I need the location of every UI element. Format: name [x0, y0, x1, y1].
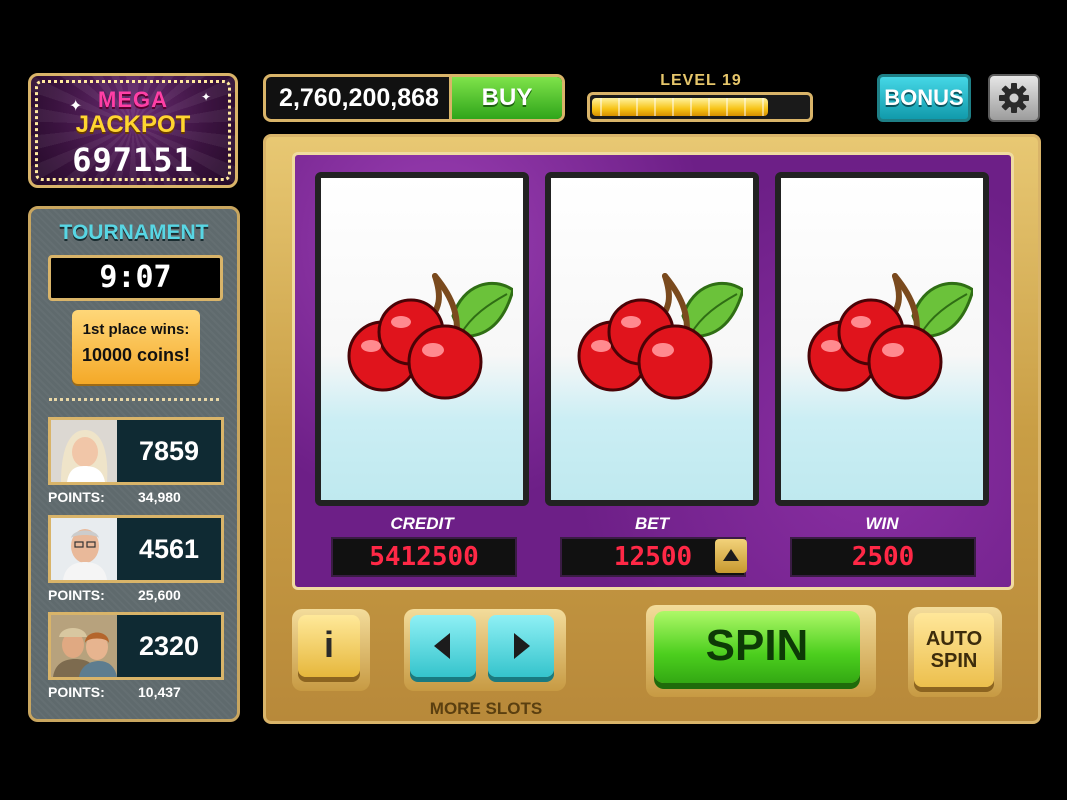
- tournament-title: TOURNAMENT: [59, 221, 209, 244]
- win-label: WIN: [865, 514, 899, 533]
- bonus-button[interactable]: BONUS: [877, 74, 971, 122]
- auto-spin-line-2: SPIN: [930, 650, 978, 672]
- credit-label: CREDIT: [390, 514, 454, 533]
- player-score: 4561: [138, 534, 200, 564]
- auto-spin-line-1: AUTO: [925, 628, 983, 650]
- tournament-panel: TOURNAMENT 9:07 1st place wins: 10000 co…: [28, 206, 240, 722]
- points-label: POINTS:: [48, 684, 105, 700]
- prize-line-1: 1st place wins:: [82, 321, 190, 338]
- previous-slot-button[interactable]: [410, 615, 476, 677]
- auto-spin-button[interactable]: AUTO SPIN: [914, 613, 994, 687]
- level-label: LEVEL 19: [660, 72, 742, 89]
- player-score: 2320: [138, 631, 200, 661]
- more-slots-label: MORE SLOTS: [429, 699, 543, 718]
- info-button-frame: i: [292, 609, 370, 691]
- gear-icon: [999, 83, 1029, 113]
- player-score: 7859: [138, 436, 200, 466]
- leaderboard-player-2[interactable]: 4561: [48, 515, 224, 583]
- mega-jackpot-panel: ✦ ✦ MEGA JACKPOT 697151: [28, 73, 238, 188]
- divider: [49, 398, 219, 401]
- arrow-left-icon: [434, 633, 450, 659]
- reel-2: [545, 172, 759, 506]
- prize-line-2: 10000 coins!: [81, 345, 191, 365]
- slot-machine: CREDIT 5412500 BET 12500 WIN 2500 i MORE…: [263, 134, 1041, 724]
- avatar: [51, 518, 117, 580]
- win-display: 2500: [790, 537, 976, 577]
- leaderboard-player-1[interactable]: 7859: [48, 417, 224, 485]
- spin-button[interactable]: SPIN: [654, 611, 860, 683]
- arrow-right-icon: [514, 633, 530, 659]
- level-progress-fill: [592, 98, 768, 116]
- points-value: 34,980: [138, 489, 181, 505]
- reel-3: [775, 172, 989, 506]
- coin-balance: 2,760,200,868: [279, 84, 439, 112]
- next-slot-button[interactable]: [488, 615, 554, 677]
- tournament-timer: 9:07: [48, 255, 223, 301]
- auto-spin-frame: AUTO SPIN: [908, 607, 1002, 697]
- jackpot-title-mega: MEGA: [98, 87, 168, 112]
- cherry-icon: [807, 273, 973, 400]
- bet-label: BET: [635, 514, 669, 533]
- leaderboard-player-3[interactable]: 2320: [48, 612, 224, 680]
- buy-button[interactable]: BUY: [449, 77, 562, 119]
- settings-button[interactable]: [988, 74, 1040, 122]
- cherry-icon: [577, 273, 743, 400]
- avatar: [51, 420, 117, 482]
- avatar: [51, 615, 117, 677]
- points-value: 25,600: [138, 587, 181, 603]
- level-progress-bar: [587, 92, 813, 122]
- coin-balance-bar: 2,760,200,868 BUY: [263, 74, 565, 122]
- points-value: 10,437: [138, 684, 181, 700]
- more-slots-frame: [404, 609, 566, 691]
- spin-button-frame: SPIN: [646, 605, 876, 697]
- bet-increase-button[interactable]: [715, 539, 747, 573]
- points-label: POINTS:: [48, 587, 105, 603]
- points-label: POINTS:: [48, 489, 105, 505]
- info-button[interactable]: i: [298, 615, 360, 677]
- credit-display: 5412500: [331, 537, 517, 577]
- jackpot-title-jackpot: JACKPOT: [75, 111, 191, 138]
- reel-panel: CREDIT 5412500 BET 12500 WIN 2500: [292, 152, 1014, 590]
- jackpot-value: 697151: [72, 141, 194, 179]
- tournament-prize: 1st place wins: 10000 coins!: [72, 310, 200, 384]
- cherry-icon: [347, 273, 513, 400]
- reel-1: [315, 172, 529, 506]
